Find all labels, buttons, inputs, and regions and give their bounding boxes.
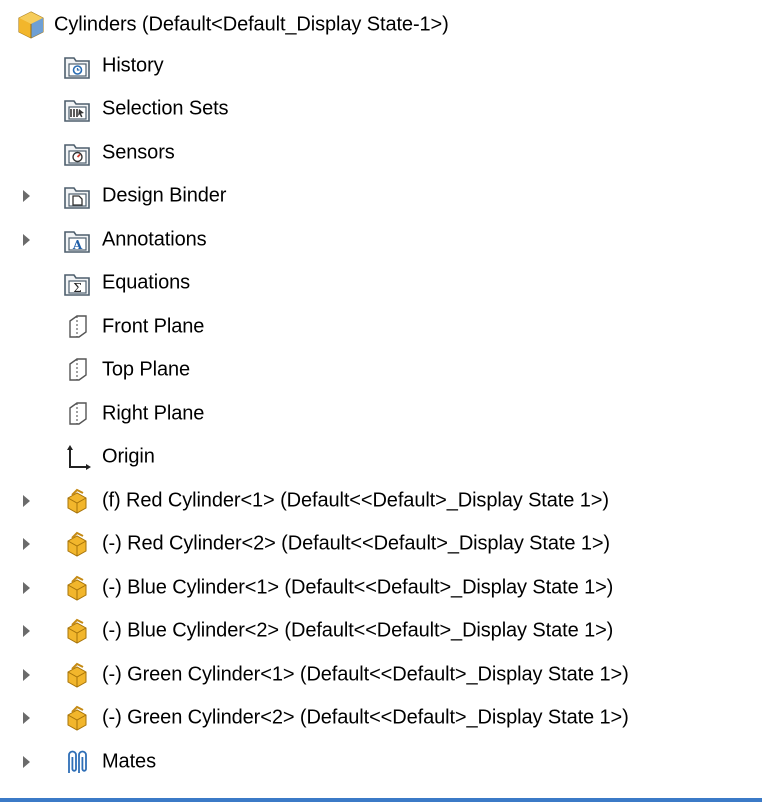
tree-item-annotations[interactable]: A Annotations (0, 218, 762, 262)
tree-root-assembly[interactable]: Cylinders (Default<Default_Display State… (0, 6, 762, 44)
origin-icon (62, 442, 92, 472)
tree-item-green-cylinder-2[interactable]: (-) Green Cylinder<2> (Default<<Default>… (0, 697, 762, 741)
tree-item-label: Right Plane (102, 402, 205, 425)
expand-arrow-icon[interactable] (23, 538, 30, 551)
design-binder-folder-icon (62, 181, 92, 211)
mates-icon (62, 747, 92, 777)
plane-icon (62, 312, 92, 342)
expand-arrow-icon[interactable] (23, 494, 30, 507)
tree-item-design-binder[interactable]: Design Binder (0, 175, 762, 219)
tree-item-label: (-) Green Cylinder<1> (Default<<Default>… (102, 663, 629, 686)
tree-item-red-cylinder-1[interactable]: (f) Red Cylinder<1> (Default<<Default>_D… (0, 479, 762, 523)
part-icon (62, 486, 92, 516)
feature-tree: Cylinders (Default<Default_Display State… (0, 0, 762, 784)
tree-item-label: Equations (102, 271, 191, 294)
svg-text:A: A (72, 238, 83, 252)
expand-arrow-icon[interactable] (23, 233, 30, 246)
tree-item-label: (f) Red Cylinder<1> (Default<<Default>_D… (102, 489, 609, 512)
svg-text:Σ: Σ (73, 281, 81, 295)
tree-item-label: (-) Green Cylinder<2> (Default<<Default>… (102, 706, 629, 729)
selection-sets-folder-icon (62, 94, 92, 124)
bottom-border (0, 798, 762, 802)
sensors-folder-icon (62, 138, 92, 168)
assembly-icon (16, 10, 46, 40)
part-icon (62, 573, 92, 603)
tree-item-right-plane[interactable]: Right Plane (0, 392, 762, 436)
tree-item-label: Mates (102, 750, 156, 773)
tree-item-sensors[interactable]: Sensors (0, 131, 762, 175)
annotations-folder-icon: A (62, 225, 92, 255)
expand-arrow-icon[interactable] (23, 668, 30, 681)
tree-item-label: History (102, 54, 164, 77)
expand-arrow-icon[interactable] (23, 712, 30, 725)
tree-root-label: Cylinders (Default<Default_Display State… (54, 13, 449, 36)
tree-item-blue-cylinder-2[interactable]: (-) Blue Cylinder<2> (Default<<Default>_… (0, 610, 762, 654)
tree-item-front-plane[interactable]: Front Plane (0, 305, 762, 349)
tree-item-mates[interactable]: Mates (0, 740, 762, 784)
expand-arrow-icon[interactable] (23, 190, 30, 203)
tree-item-label: Selection Sets (102, 97, 229, 120)
tree-item-label: (-) Red Cylinder<2> (Default<<Default>_D… (102, 532, 610, 555)
tree-item-label: (-) Blue Cylinder<2> (Default<<Default>_… (102, 619, 614, 642)
tree-item-top-plane[interactable]: Top Plane (0, 349, 762, 393)
part-icon (62, 616, 92, 646)
part-icon (62, 660, 92, 690)
tree-item-label: Top Plane (102, 358, 191, 381)
tree-item-label: Design Binder (102, 184, 227, 207)
expand-arrow-icon[interactable] (23, 755, 30, 768)
tree-item-equations[interactable]: Σ Equations (0, 262, 762, 306)
part-icon (62, 703, 92, 733)
tree-item-origin[interactable]: Origin (0, 436, 762, 480)
tree-item-selection-sets[interactable]: Selection Sets (0, 88, 762, 132)
tree-item-blue-cylinder-1[interactable]: (-) Blue Cylinder<1> (Default<<Default>_… (0, 566, 762, 610)
tree-item-green-cylinder-1[interactable]: (-) Green Cylinder<1> (Default<<Default>… (0, 653, 762, 697)
tree-item-red-cylinder-2[interactable]: (-) Red Cylinder<2> (Default<<Default>_D… (0, 523, 762, 567)
plane-icon (62, 399, 92, 429)
tree-item-label: Origin (102, 445, 155, 468)
tree-item-label: Front Plane (102, 315, 205, 338)
expand-arrow-icon[interactable] (23, 625, 30, 638)
tree-item-label: Annotations (102, 228, 207, 251)
part-icon (62, 529, 92, 559)
equations-folder-icon: Σ (62, 268, 92, 298)
tree-item-label: (-) Blue Cylinder<1> (Default<<Default>_… (102, 576, 614, 599)
expand-arrow-icon[interactable] (23, 581, 30, 594)
plane-icon (62, 355, 92, 385)
history-folder-icon (62, 51, 92, 81)
tree-item-history[interactable]: History (0, 44, 762, 88)
tree-item-label: Sensors (102, 141, 175, 164)
